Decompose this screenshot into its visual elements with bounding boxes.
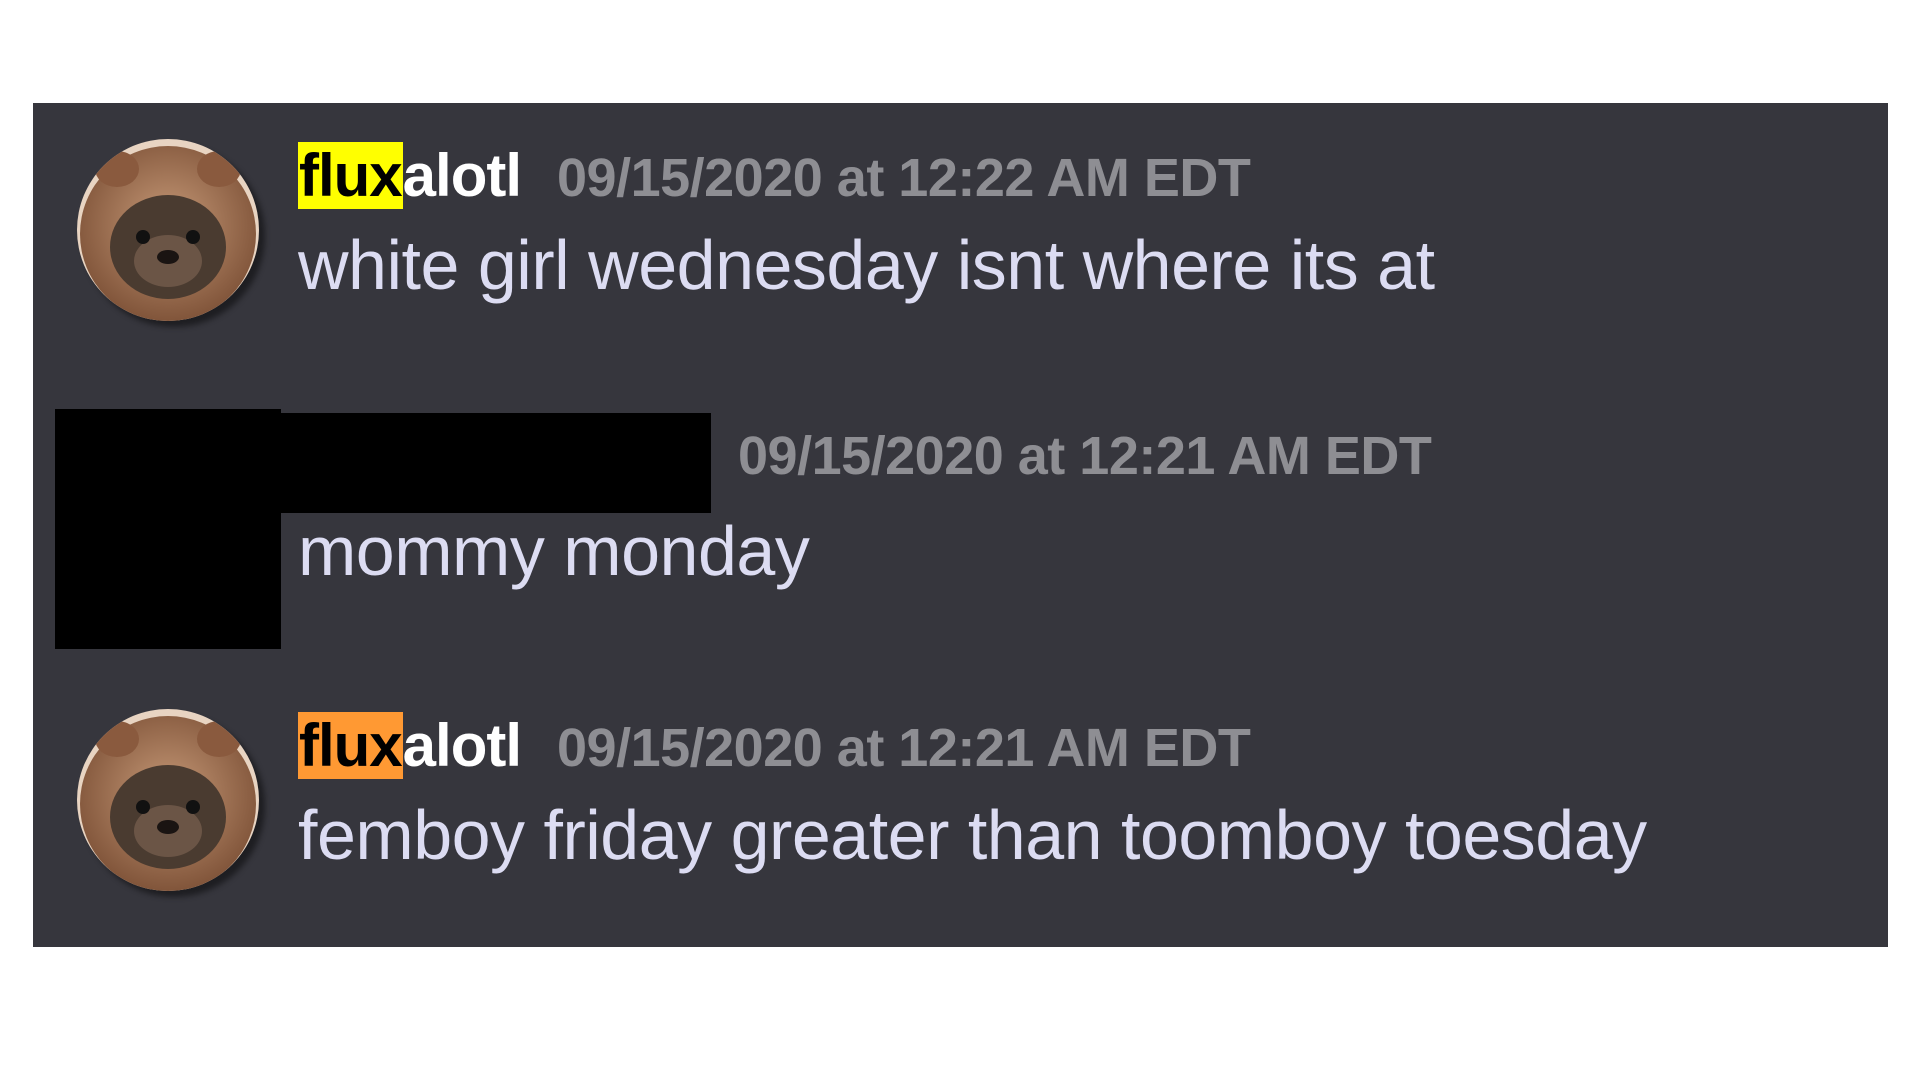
timestamp: 09/15/2020 at 12:21 AM EDT	[738, 426, 1432, 486]
username[interactable]: fluxalotl	[298, 711, 522, 780]
username-highlight: flux	[298, 712, 403, 779]
otter-avatar-icon[interactable]	[77, 709, 259, 891]
message-text: white girl wednesday isnt where its at	[298, 226, 1435, 304]
username-highlight: flux	[298, 142, 403, 209]
message-header: fluxalotl 09/15/2020 at 12:21 AM EDT	[298, 711, 1251, 780]
timestamp: 09/15/2020 at 12:22 AM EDT	[557, 148, 1251, 208]
timestamp: 09/15/2020 at 12:21 AM EDT	[557, 718, 1251, 778]
username[interactable]: fluxalotl	[298, 141, 522, 210]
otter-avatar-icon[interactable]	[77, 139, 259, 321]
redacted-username	[281, 413, 711, 513]
username-rest: alotl	[402, 712, 522, 779]
redacted-avatar	[55, 409, 281, 649]
message-text: mommy monday	[298, 512, 810, 590]
username-rest: alotl	[402, 142, 522, 209]
chat-panel: fluxalotl 09/15/2020 at 12:22 AM EDT whi…	[33, 103, 1888, 947]
message-header: fluxalotl 09/15/2020 at 12:22 AM EDT	[298, 141, 1251, 210]
message-text: femboy friday greater than toomboy toesd…	[298, 796, 1647, 874]
message-header: 09/15/2020 at 12:21 AM EDT	[738, 425, 1432, 487]
